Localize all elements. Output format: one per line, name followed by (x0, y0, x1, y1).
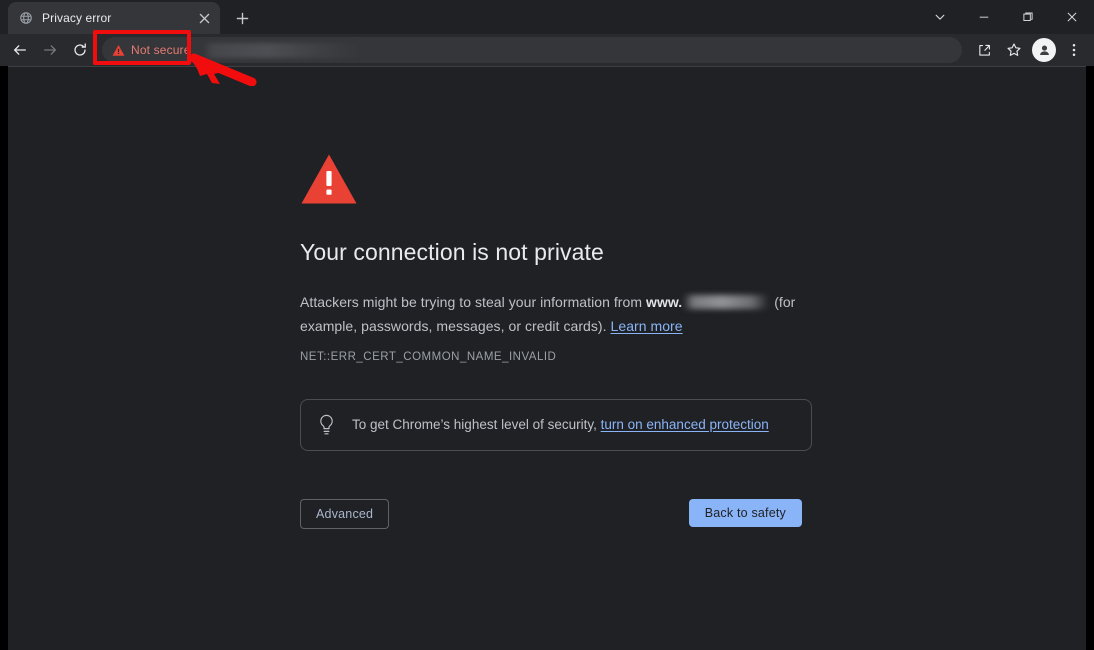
advanced-button[interactable]: Advanced (300, 498, 390, 529)
share-icon[interactable] (970, 36, 998, 64)
red-warning-triangle-icon (300, 153, 820, 210)
address-bar[interactable]: Not secure (102, 37, 962, 63)
page-viewport: Your connection is not private Attackers… (0, 66, 1094, 650)
reload-icon[interactable] (66, 36, 94, 64)
security-status-chip[interactable]: Not secure (110, 41, 195, 59)
interstitial-button-row: Advanced Back to safety (300, 498, 812, 529)
tab-title: Privacy error (42, 11, 112, 25)
new-tab-button[interactable] (228, 4, 256, 32)
error-code: NET::ERR_CERT_COMMON_NAME_INVALID (300, 350, 557, 363)
error-host-prefix: www. (646, 293, 683, 310)
learn-more-link[interactable]: Learn more (611, 318, 683, 334)
tab-strip: Privacy error (0, 0, 1094, 34)
url-text-redacted[interactable] (202, 42, 363, 58)
enhanced-protection-panel: To get Chrome’s highest level of securit… (300, 398, 812, 451)
close-window-icon[interactable] (1050, 1, 1094, 33)
close-icon[interactable] (196, 10, 212, 26)
back-arrow-icon[interactable] (6, 36, 34, 64)
turn-on-enhanced-protection-link[interactable]: turn on enhanced protection (601, 417, 769, 432)
globe-icon (18, 10, 34, 26)
browser-toolbar: Not secure (0, 34, 1094, 66)
error-description-part1: Attackers might be trying to steal your … (300, 293, 646, 310)
warning-triangle-icon (112, 44, 125, 57)
star-icon[interactable] (1000, 36, 1028, 64)
profile-avatar-icon[interactable] (1032, 38, 1056, 62)
browser-window: Privacy error Not secure Your connection… (0, 0, 1094, 650)
window-controls (918, 0, 1094, 34)
privacy-error-page: Your connection is not private Attackers… (8, 66, 1086, 650)
hostname-redacted (683, 294, 770, 309)
back-to-safety-button[interactable]: Back to safety (688, 498, 802, 527)
maximize-icon[interactable] (1006, 1, 1050, 33)
enhanced-protection-text: To get Chrome’s highest level of securit… (352, 415, 769, 435)
enhanced-protection-message: To get Chrome’s highest level of securit… (352, 416, 601, 432)
lightbulb-icon (317, 414, 336, 436)
forward-arrow-icon[interactable] (36, 36, 64, 64)
three-dot-menu-icon[interactable] (1060, 36, 1088, 64)
ssl-interstitial: Your connection is not private Attackers… (300, 153, 820, 529)
minimize-icon[interactable] (962, 1, 1006, 33)
chevron-down-icon[interactable] (918, 1, 962, 33)
security-status-label: Not secure (131, 43, 191, 57)
browser-tab[interactable]: Privacy error (8, 2, 220, 34)
page-title: Your connection is not private (300, 239, 604, 265)
error-description: Attackers might be trying to steal your … (300, 290, 820, 338)
